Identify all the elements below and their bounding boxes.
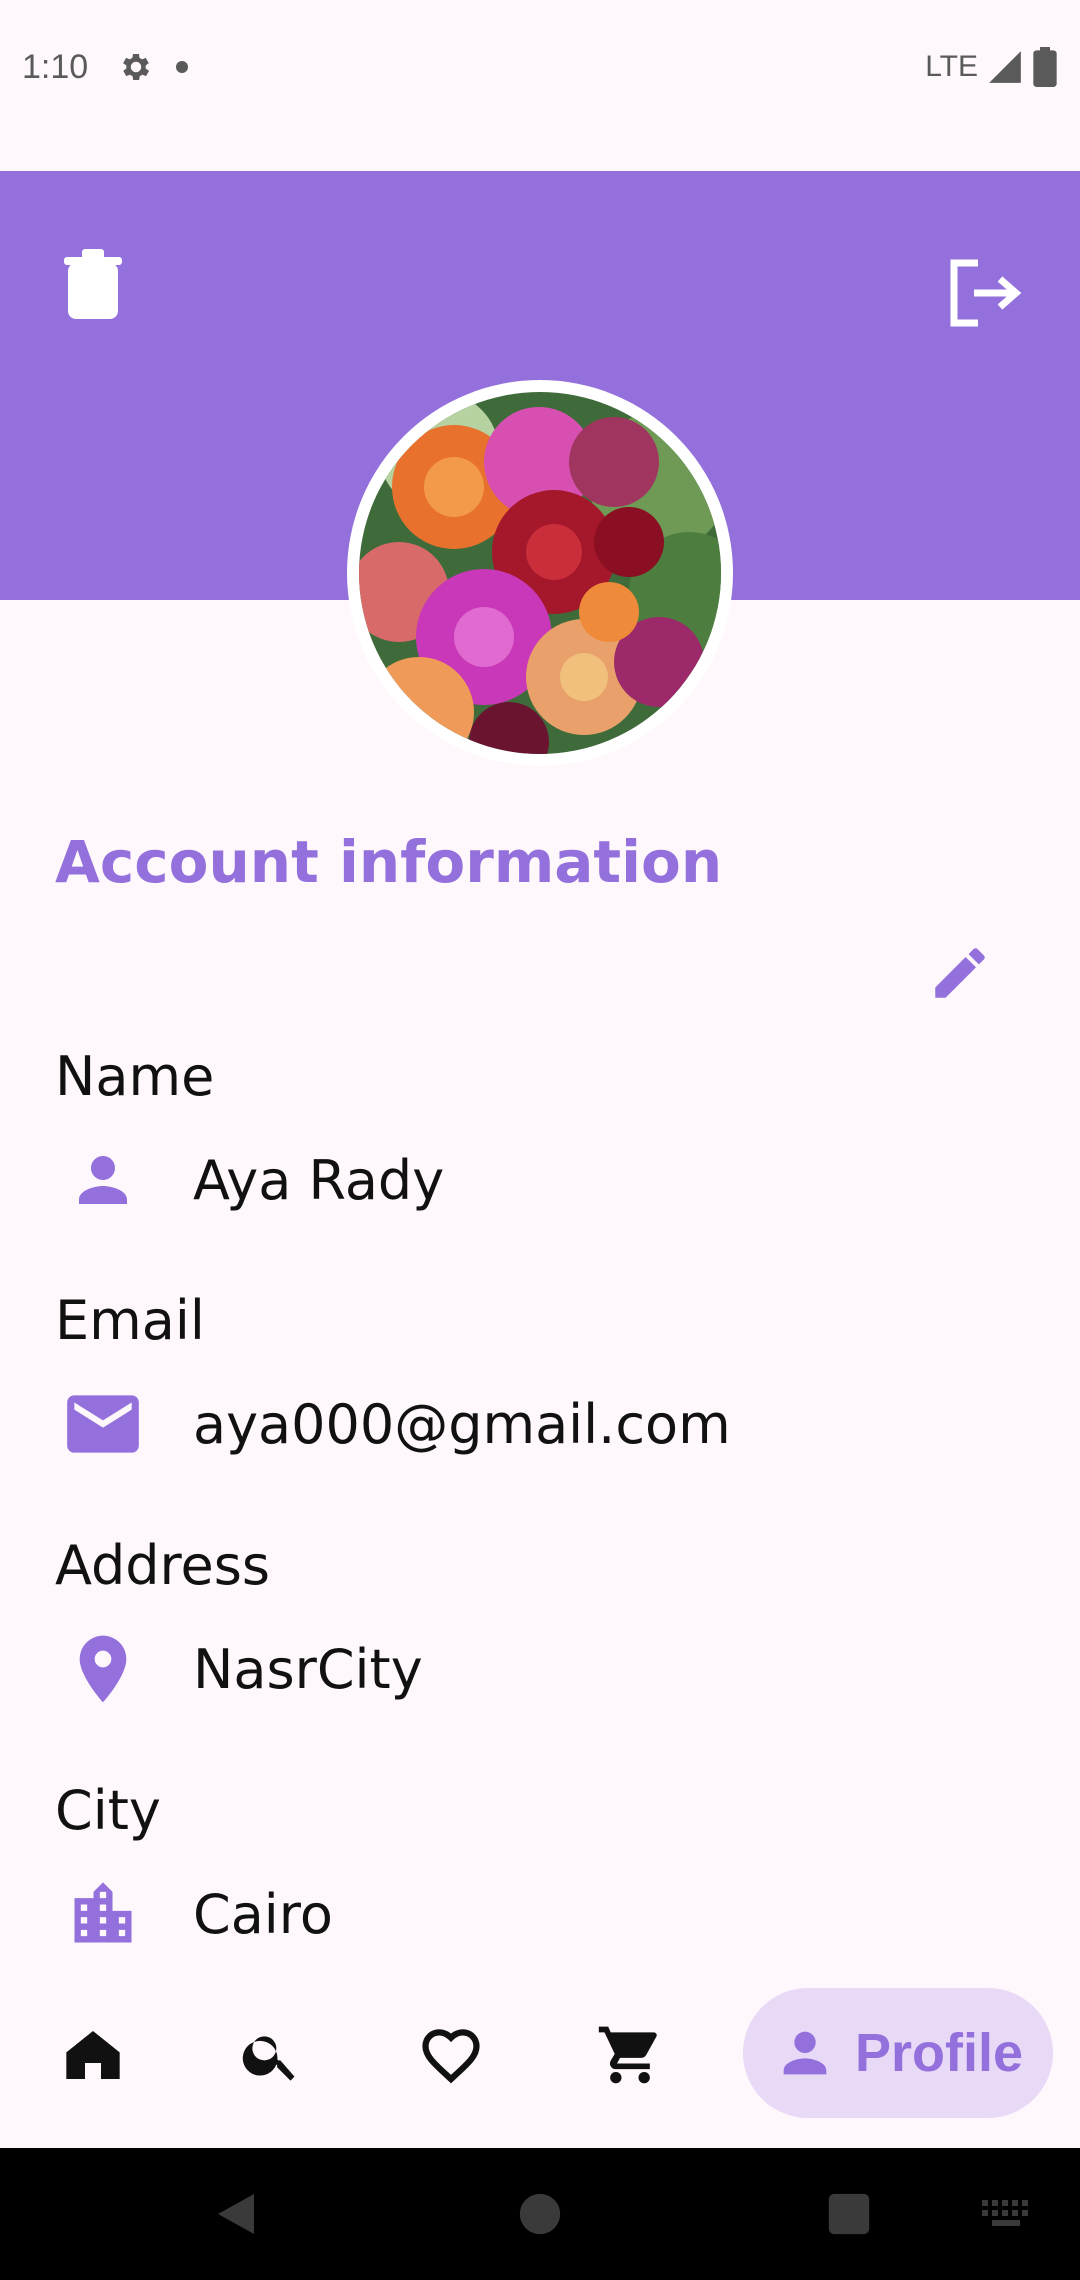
home-button[interactable] bbox=[504, 2178, 576, 2250]
field-label-address: Address bbox=[55, 1534, 271, 1597]
bottom-navigation: Profile bbox=[0, 1960, 1080, 2148]
field-value-email: aya000@gmail.com bbox=[193, 1392, 731, 1456]
network-type: LTE bbox=[925, 50, 978, 83]
status-indicators: LTE bbox=[925, 47, 1058, 87]
field-label-email: Email bbox=[55, 1289, 205, 1352]
field-label-name: Name bbox=[55, 1045, 215, 1108]
notification-dot-icon bbox=[176, 61, 189, 73]
person-icon bbox=[783, 2031, 827, 2075]
battery-icon bbox=[1033, 47, 1057, 87]
keyboard-icon bbox=[982, 2200, 1028, 2226]
pencil-icon bbox=[935, 948, 985, 998]
keyboard-switch-button[interactable] bbox=[970, 2178, 1042, 2250]
field-row-address: NasrCity bbox=[55, 1621, 423, 1717]
location-pin-icon bbox=[55, 1621, 151, 1717]
section-title: Account information bbox=[55, 828, 723, 896]
city-icon bbox=[55, 1866, 151, 1962]
field-value-address: NasrCity bbox=[193, 1637, 423, 1701]
dahlia-flowers-photo bbox=[359, 392, 721, 754]
home-circle-icon bbox=[519, 2193, 561, 2235]
field-row-city: Cairo bbox=[55, 1866, 333, 1962]
logout-button[interactable] bbox=[940, 248, 1030, 338]
home-icon bbox=[66, 2031, 120, 2079]
search-icon bbox=[242, 2036, 295, 2081]
nav-home[interactable] bbox=[38, 2000, 148, 2110]
cart-icon bbox=[598, 2026, 657, 2084]
signal-icon bbox=[989, 51, 1021, 83]
recents-button[interactable] bbox=[813, 2178, 885, 2250]
nav-search[interactable] bbox=[216, 2000, 326, 2110]
delete-account-button[interactable] bbox=[50, 240, 136, 326]
field-label-city: City bbox=[55, 1779, 161, 1842]
logout-icon bbox=[950, 259, 1022, 327]
back-button[interactable] bbox=[200, 2178, 272, 2250]
avatar[interactable] bbox=[359, 392, 721, 754]
field-value-name: Aya Rady bbox=[193, 1148, 445, 1212]
nav-favorites[interactable] bbox=[396, 2000, 506, 2110]
status-bar: 1:10 LTE bbox=[0, 0, 1080, 134]
field-row-email: aya000@gmail.com bbox=[55, 1376, 731, 1472]
nav-profile-label: Profile bbox=[854, 2023, 1024, 2083]
settings-gear-icon bbox=[123, 53, 150, 81]
profile-screen: 1:10 LTE Account information Name Aya Ra… bbox=[0, 0, 1080, 2280]
person-icon bbox=[55, 1132, 151, 1228]
system-navigation-bar bbox=[0, 2148, 1080, 2280]
avatar-frame[interactable] bbox=[347, 380, 733, 766]
heart-icon bbox=[422, 2029, 480, 2084]
nav-cart[interactable] bbox=[575, 2000, 685, 2110]
status-time: 1:10 bbox=[22, 47, 89, 86]
recents-square-icon bbox=[828, 2193, 870, 2235]
nav-profile[interactable]: Profile bbox=[743, 1988, 1053, 2118]
field-value-city: Cairo bbox=[193, 1882, 333, 1946]
field-row-name: Aya Rady bbox=[55, 1132, 444, 1228]
back-triangle-icon bbox=[218, 2194, 254, 2234]
mail-icon bbox=[55, 1376, 151, 1472]
delete-icon bbox=[64, 249, 122, 319]
edit-profile-button[interactable] bbox=[922, 935, 998, 1011]
